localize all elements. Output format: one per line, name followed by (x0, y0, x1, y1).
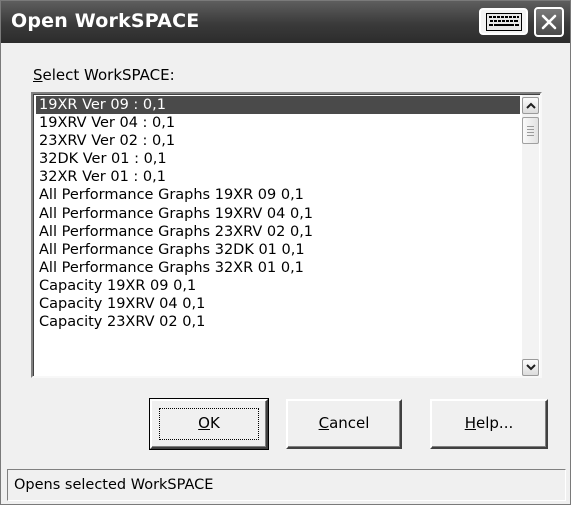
help-button-label: Help... (465, 414, 514, 432)
scroll-down-button[interactable] (522, 359, 539, 376)
scroll-thumb[interactable] (522, 117, 539, 144)
list-item[interactable]: 32DK Ver 01 : 0,1 (36, 150, 520, 168)
cancel-button-label: Cancel (319, 414, 370, 432)
cancel-button[interactable]: Cancel (286, 399, 402, 449)
select-workspace-label: Select WorkSPACE: (33, 66, 175, 84)
chevron-up-icon (526, 102, 536, 109)
list-item[interactable]: 32XR Ver 01 : 0,1 (36, 168, 520, 186)
list-item[interactable]: All Performance Graphs 19XRV 04 0,1 (36, 205, 520, 223)
chevron-down-icon (526, 364, 536, 371)
open-workspace-dialog: Open WorkSPACE Select WorkSPACE: 19XR Ve… (0, 0, 571, 505)
thumb-grip-line (527, 126, 534, 127)
list-item[interactable]: Capacity 19XRV 04 0,1 (36, 295, 520, 313)
ok-mnemonic: O (198, 414, 210, 432)
list-item[interactable]: 19XR Ver 09 : 0,1 (36, 96, 520, 115)
list-item[interactable]: Capacity 23XRV 02 0,1 (36, 313, 520, 331)
ok-label-rest: K (209, 414, 220, 432)
help-button[interactable]: Help... (430, 399, 548, 449)
status-bar: Opens selected WorkSPACE (7, 469, 566, 501)
vertical-scrollbar[interactable] (522, 95, 539, 376)
workspace-list: 19XR Ver 09 : 0,1 19XRV Ver 04 : 0,1 23XRV… (36, 96, 520, 331)
keyboard-button[interactable] (479, 8, 528, 35)
status-text: Opens selected WorkSPACE (14, 477, 214, 493)
list-item[interactable]: All Performance Graphs 19XR 09 0,1 (36, 186, 520, 204)
list-item[interactable]: Capacity 19XR 09 0,1 (36, 277, 520, 295)
thumb-grip-line (527, 132, 534, 133)
list-item[interactable]: All Performance Graphs 23XRV 02 0,1 (36, 223, 520, 241)
list-item[interactable]: 23XRV Ver 02 : 0,1 (36, 132, 520, 150)
thumb-grip-line (527, 129, 534, 130)
thumb-grip-line (527, 135, 534, 136)
list-item[interactable]: All Performance Graphs 32DK 01 0,1 (36, 241, 520, 259)
cancel-label-rest: ancel (329, 414, 370, 432)
select-label-mnemonic: S (33, 66, 43, 84)
workspace-listbox[interactable]: 19XR Ver 09 : 0,1 19XRV Ver 04 : 0,1 23XRV… (31, 92, 542, 378)
close-icon (541, 14, 557, 30)
ok-button[interactable]: OK (149, 398, 269, 450)
help-label-rest: elp... (476, 414, 514, 432)
ok-button-label: OK (198, 414, 220, 432)
close-button[interactable] (534, 7, 564, 37)
title-bar[interactable]: Open WorkSPACE (1, 1, 570, 43)
help-mnemonic: H (464, 414, 477, 432)
list-item[interactable]: All Performance Graphs 32XR 01 0,1 (36, 259, 520, 277)
cancel-mnemonic: C (318, 414, 330, 432)
list-item[interactable]: 19XRV Ver 04 : 0,1 (36, 114, 520, 132)
dialog-title: Open WorkSPACE (11, 10, 200, 32)
scroll-up-button[interactable] (522, 97, 539, 114)
select-label-rest: elect WorkSPACE: (42, 66, 175, 84)
keyboard-icon (486, 13, 522, 31)
